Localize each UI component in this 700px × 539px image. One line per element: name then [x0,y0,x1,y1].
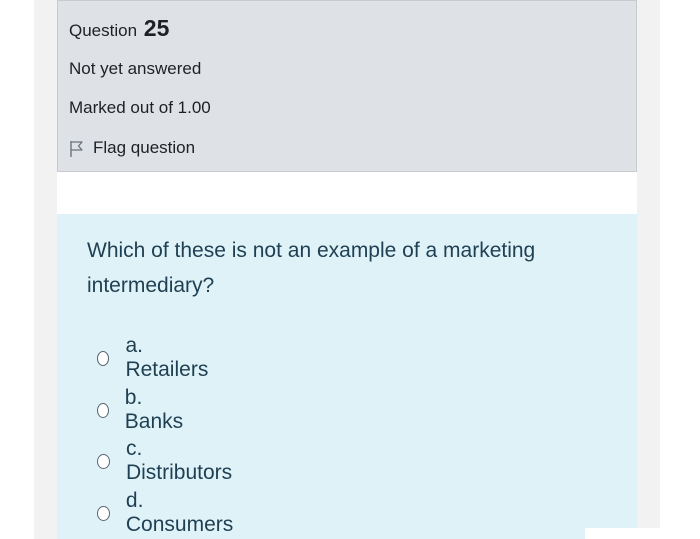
answer-option-a[interactable]: a. Retailers [97,334,211,382]
separator [57,172,637,214]
question-status: Not yet answered [69,59,202,78]
question-content: Which of these is not an example of a ma… [57,214,637,539]
radio-icon[interactable] [97,453,110,469]
answer-option-d[interactable]: d. Consumers [97,489,235,537]
answer-option-b[interactable]: b. Banks [97,386,186,434]
question-title: Question 25 [69,15,169,42]
radio-icon[interactable] [97,402,109,418]
question-text: Which of these is not an example of a ma… [87,239,536,297]
question-title-prefix: Question [69,21,138,40]
question-info-panel: Question 25 Not yet answered Marked out … [57,0,637,172]
flag-icon [70,140,83,157]
question-marks: Marked out of 1.00 [69,98,211,117]
answer-label: d. Consumers [125,489,234,536]
answer-label: b. Banks [124,386,184,433]
flag-question-label: Flag question [93,138,196,157]
radio-icon[interactable] [97,350,110,366]
answer-label: c. Distributors [125,437,233,484]
question-number: 25 [143,15,170,41]
answer-label: a. Retailers [125,334,209,381]
corner-strip [585,528,675,539]
answer-option-c[interactable]: c. Distributors [97,437,234,485]
radio-icon[interactable] [97,505,110,521]
flag-question-link[interactable]: Flag question [69,138,195,158]
